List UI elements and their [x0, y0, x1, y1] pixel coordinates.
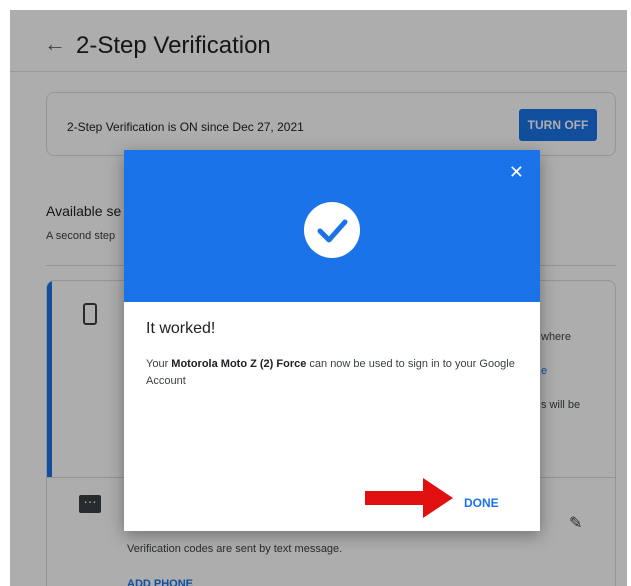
check-circle-icon	[304, 202, 360, 258]
body-prefix: Your	[146, 358, 172, 370]
done-button[interactable]: DONE	[464, 496, 499, 510]
annotation-arrow-icon	[365, 478, 453, 518]
success-dialog: ✕ It worked! Your Motorola Moto Z (2) Fo…	[124, 150, 540, 531]
close-icon[interactable]: ✕	[509, 162, 524, 182]
dialog-body: Your Motorola Moto Z (2) Force can now b…	[146, 356, 516, 390]
dialog-title: It worked!	[146, 320, 216, 337]
screenshot-frame: ← 2-Step Verification 2-Step Verificatio…	[10, 10, 627, 586]
dialog-banner: ✕	[124, 150, 540, 302]
device-name: Motorola Moto Z (2) Force	[171, 358, 307, 370]
